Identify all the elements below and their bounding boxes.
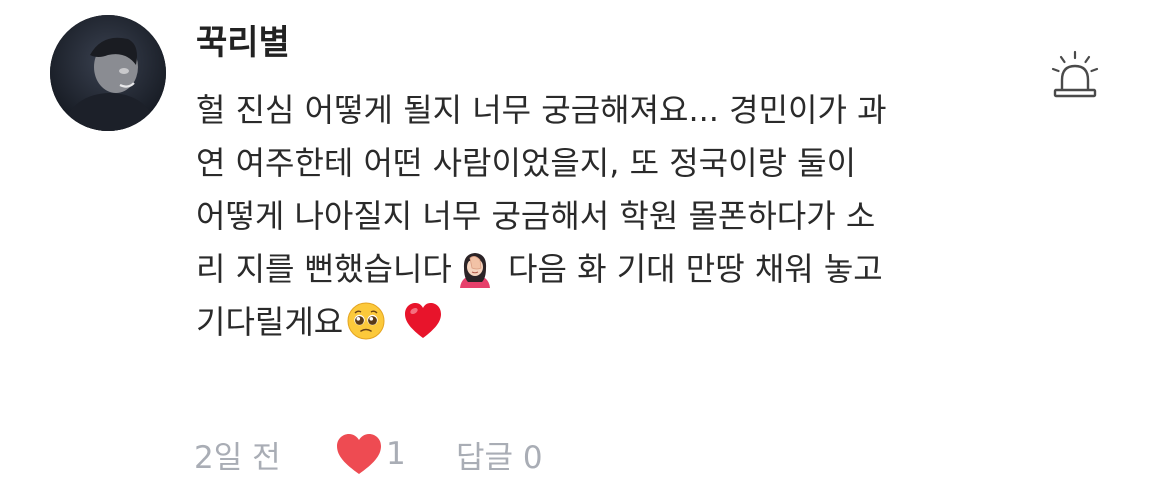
like-button[interactable]: 1 bbox=[334, 432, 406, 476]
comment-timestamp: 2일 전 bbox=[194, 440, 281, 476]
author-avatar[interactable] bbox=[50, 15, 166, 131]
comment-item: 꾹리별 헐 진심 어떻게 될지 너무 궁금해져요... 경민이가 과 연 여주한… bbox=[0, 0, 1170, 479]
author-name[interactable]: 꾹리별 bbox=[196, 15, 290, 64]
avatar-photo bbox=[50, 15, 166, 131]
red-heart-emoji bbox=[403, 301, 443, 341]
comment-line-with-emoji: 리 지를 뻔했습니다 다음 화 기대 만땅 채워 놓고 bbox=[196, 243, 996, 296]
heart-icon bbox=[334, 432, 384, 476]
pleading-face-emoji bbox=[346, 301, 386, 341]
comment-line-text: 기다릴게요 bbox=[196, 303, 344, 341]
comment-line: 헐 진심 어떻게 될지 너무 궁금해져요... 경민이가 과 bbox=[196, 91, 887, 129]
like-count: 1 bbox=[386, 436, 406, 472]
comment-line-with-emoji: 기다릴게요 bbox=[196, 296, 996, 349]
comment-line-text: 리 지를 뻔했습니다 bbox=[196, 250, 452, 288]
comment-line-text: 다음 화 기대 만땅 채워 놓고 bbox=[508, 250, 883, 288]
reply-button[interactable]: 답글 0 bbox=[456, 432, 543, 477]
comment-line: 연 여주한테 어떤 사람이었을지, 또 정국이랑 둘이 bbox=[196, 144, 857, 182]
siren-icon[interactable] bbox=[1050, 50, 1100, 100]
comment-body: 헐 진심 어떻게 될지 너무 궁금해져요... 경민이가 과 연 여주한테 어떤… bbox=[196, 84, 996, 349]
comment-line: 어떻게 나아질지 너무 궁금해서 학원 몰폰하다가 소 bbox=[196, 197, 876, 235]
face-palm-emoji bbox=[455, 248, 495, 288]
